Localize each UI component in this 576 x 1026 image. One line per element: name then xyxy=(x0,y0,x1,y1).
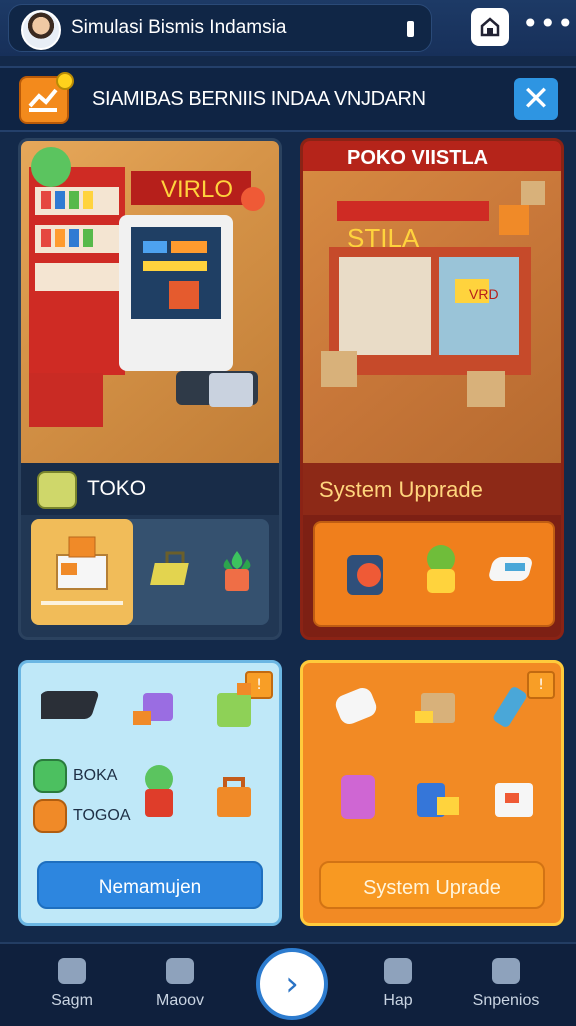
app-title: Simulasi Bismis Indamsia xyxy=(71,17,287,38)
check-icon xyxy=(37,471,77,509)
boka-label: BOKA xyxy=(73,767,118,784)
nav-item-snpenios[interactable]: Snpenios xyxy=(456,944,556,1010)
section-title-upgrade: System Upprade xyxy=(303,463,561,515)
package-icon xyxy=(41,536,123,605)
selected-item[interactable] xyxy=(31,519,133,625)
section-title-toko: TOKO xyxy=(21,463,279,515)
store-illustration: VIRLO xyxy=(29,147,265,427)
plant-pot-icon[interactable] xyxy=(413,541,469,601)
scanner-icon[interactable] xyxy=(487,545,547,595)
avatar xyxy=(21,10,61,50)
store-scene: VIRLO xyxy=(21,141,279,463)
battery-icon xyxy=(407,21,414,37)
upgrade-scene: STILA VRD xyxy=(303,171,561,463)
shop-icon xyxy=(19,72,74,124)
nav-item-maoov[interactable]: Maoov xyxy=(130,944,230,1010)
upgrade-card[interactable]: POKO VIISTLA STILA VRD System Upprade xyxy=(300,138,564,640)
cube-green-icon[interactable] xyxy=(207,681,261,739)
toko-tray xyxy=(31,519,269,625)
device-icon[interactable] xyxy=(41,681,107,735)
nav-item-sagm[interactable]: Sagm xyxy=(22,944,122,1010)
boka-icon xyxy=(33,759,67,793)
center-play-button[interactable]: › xyxy=(256,948,328,1020)
tag-icon[interactable] xyxy=(485,677,545,739)
plant-icon[interactable] xyxy=(213,541,263,601)
plant-icon-2[interactable] xyxy=(133,761,185,825)
briefcase-icon xyxy=(166,958,194,984)
inventory-card[interactable]: ! BOKA TOGOA Nemamujen xyxy=(18,660,282,926)
close-button[interactable]: ✕ xyxy=(514,78,558,120)
manage-button[interactable]: Nemamujen xyxy=(37,861,263,909)
home-icon xyxy=(480,17,500,37)
upgrade-tray xyxy=(313,521,555,627)
tablet-icon[interactable] xyxy=(341,545,397,601)
paper-roll-icon[interactable] xyxy=(327,679,385,735)
togoa-icon xyxy=(33,799,67,833)
card-icon[interactable] xyxy=(333,767,387,831)
refresh-icon xyxy=(384,958,412,984)
system-upgrade-button[interactable]: System Uprade xyxy=(319,861,545,909)
settings-icon xyxy=(492,958,520,984)
home-button[interactable] xyxy=(471,8,509,46)
bag-icon[interactable] xyxy=(207,767,261,827)
system-upgrade-card[interactable]: ! System Uprade xyxy=(300,660,564,926)
shopping-bag-icon[interactable] xyxy=(407,765,467,829)
top-bar: Simulasi Bismis Indamsia ••• xyxy=(0,0,576,56)
nav-item-hap[interactable]: Hap xyxy=(348,944,448,1010)
header-title: SIAMIBAS BERNIIS INDAA VNJDARN xyxy=(92,88,426,110)
more-button[interactable]: ••• xyxy=(522,10,574,44)
storefront-illustration: STILA VRD xyxy=(321,181,545,407)
app-title-pill: Simulasi Bismis Indamsia xyxy=(8,4,432,52)
badge-icon xyxy=(56,72,74,90)
header-row: SIAMIBAS BERNIIS INDAA VNJDARN ✕ xyxy=(0,66,576,132)
package-white-icon[interactable] xyxy=(487,771,543,827)
upgrade-label: System Upprade xyxy=(319,477,483,502)
banner-title: POKO VIISTLA xyxy=(347,147,489,169)
toko-card[interactable]: VIRLO TOKO xyxy=(18,138,282,640)
box-icon[interactable] xyxy=(411,681,465,737)
lock-box-icon[interactable] xyxy=(149,543,209,603)
svg-text:VRD: VRD xyxy=(469,286,499,302)
cube-purple-icon[interactable] xyxy=(129,683,183,737)
svg-text:VIRLO: VIRLO xyxy=(161,176,233,203)
toko-label: TOKO xyxy=(87,477,147,500)
home-icon xyxy=(58,958,86,984)
togoa-label: TOGOA xyxy=(73,807,131,824)
